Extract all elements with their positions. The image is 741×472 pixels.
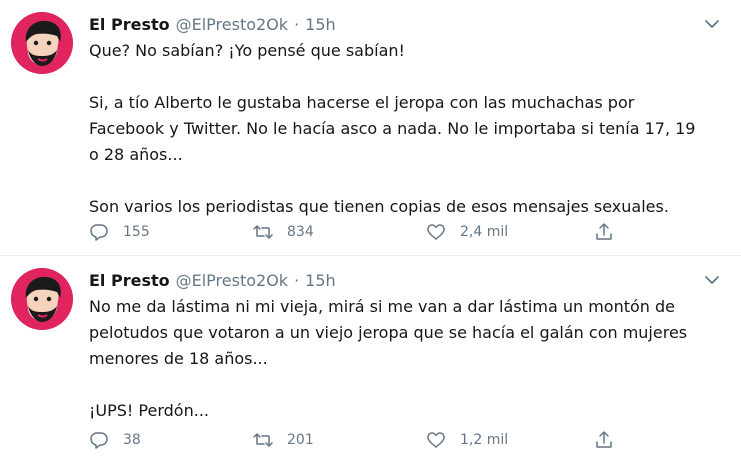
tweet-header: El Presto @ElPresto2Ok · 15h [89,12,336,36]
author-handle[interactable]: @ElPresto2Ok [176,271,288,290]
retweet-icon [253,225,273,239]
chevron-down-icon[interactable] [703,271,721,289]
tweet[interactable]: El Presto @ElPresto2Ok · 15h Que? No sab… [0,0,741,256]
tweet-text: No me da lástima ni mi vieja, mirá si me… [89,294,709,424]
author-name[interactable]: El Presto [89,15,170,34]
tweet[interactable]: El Presto @ElPresto2Ok · 15h No me da lá… [0,256,741,472]
share-button[interactable] [594,220,614,244]
tweet-paragraph: ¡UPS! Perdón... [89,401,209,420]
like-button[interactable]: 2,4 mil [426,220,508,244]
author-name[interactable]: El Presto [89,271,170,290]
chevron-down-icon[interactable] [703,15,721,33]
reply-icon [90,224,108,241]
retweet-count: 834 [287,224,314,240]
reply-icon [90,432,108,449]
tweet-header: El Presto @ElPresto2Ok · 15h [89,268,336,292]
retweet-button[interactable]: 201 [253,428,314,452]
reply-button[interactable]: 38 [89,428,141,452]
tweet-text: Que? No sabían? ¡Yo pensé que sabían! Si… [89,38,709,220]
reply-button[interactable]: 155 [89,220,150,244]
like-button[interactable]: 1,2 mil [426,428,508,452]
reply-count: 38 [123,432,141,448]
separator-dot: · [294,14,300,34]
share-icon [596,431,612,448]
retweet-button[interactable]: 834 [253,220,314,244]
tweet-paragraph: No me da lástima ni mi vieja, mirá si me… [89,297,688,368]
share-button[interactable] [594,428,614,452]
timestamp[interactable]: 15h [305,271,336,290]
like-count: 1,2 mil [460,432,509,448]
author-handle[interactable]: @ElPresto2Ok [176,15,288,34]
like-count: 2,4 mil [460,224,509,240]
timestamp[interactable]: 15h [305,15,336,34]
retweet-count: 201 [287,432,314,448]
tweet-paragraph: Son varios los periodistas que tienen co… [89,197,669,216]
tweet-actions: 38 201 1,2 mil [89,428,629,452]
separator-dot: · [294,270,300,290]
avatar[interactable] [11,12,73,74]
tweet-actions: 155 834 2,4 mil [89,220,629,244]
reply-count: 155 [123,224,150,240]
tweet-paragraph: Si, a tío Alberto le gustaba hacerse el … [89,93,696,164]
retweet-icon [253,433,273,447]
tweet-paragraph: Que? No sabían? ¡Yo pensé que sabían! [89,41,405,60]
heart-icon [427,432,445,448]
heart-icon [427,224,445,240]
share-icon [596,223,612,240]
avatar[interactable] [11,268,73,330]
